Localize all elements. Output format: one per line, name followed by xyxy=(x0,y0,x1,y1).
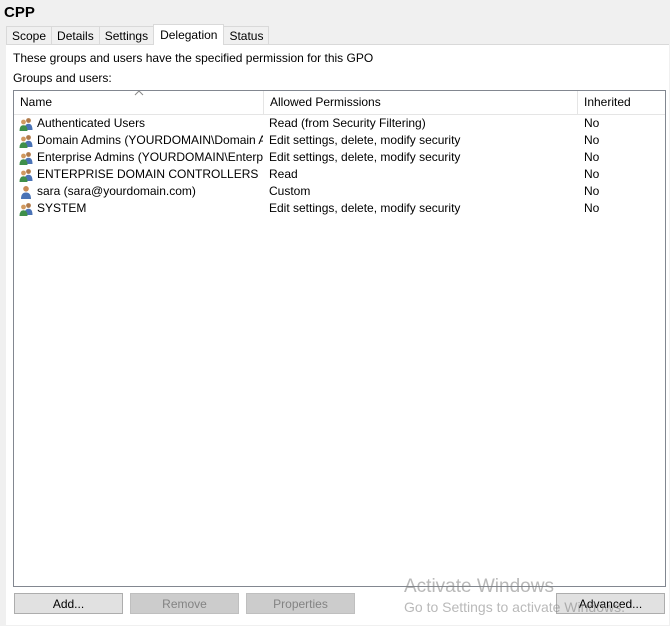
column-inherited-label: Inherited xyxy=(584,95,631,109)
row-name: ENTERPRISE DOMAIN CONTROLLERS xyxy=(37,167,259,181)
table-row[interactable]: Enterprise Admins (YOURDOMAIN\Enterpris.… xyxy=(14,149,665,166)
remove-button[interactable]: Remove xyxy=(130,593,239,614)
window-title: CPP xyxy=(4,4,35,21)
group-icon xyxy=(19,151,33,165)
groups-users-list[interactable]: Name Allowed Permissions Inherited Authe… xyxy=(13,90,666,587)
group-icon xyxy=(19,168,33,182)
row-inherited: No xyxy=(584,150,600,164)
row-inherited: No xyxy=(584,167,600,181)
add-button[interactable]: Add... xyxy=(14,593,123,614)
properties-button[interactable]: Properties xyxy=(246,593,355,614)
column-name-label: Name xyxy=(20,95,53,109)
tab-delegation[interactable]: Delegation xyxy=(153,24,225,45)
group-icon xyxy=(19,202,33,216)
table-row[interactable]: SYSTEM Edit settings, delete, modify sec… xyxy=(14,200,665,217)
column-header-name[interactable]: Name xyxy=(14,90,264,114)
user-icon xyxy=(21,185,31,199)
row-permission: Read xyxy=(269,167,298,181)
tab-status[interactable]: Status xyxy=(223,26,270,45)
row-inherited: No xyxy=(584,133,600,147)
row-inherited: No xyxy=(584,201,600,215)
table-row[interactable]: Authenticated Users Read (from Security … xyxy=(14,115,665,132)
row-name: Enterprise Admins (YOURDOMAIN\Enterpris.… xyxy=(37,150,263,164)
row-name: SYSTEM xyxy=(37,201,87,215)
advanced-button[interactable]: Advanced... xyxy=(556,593,665,614)
row-permission: Edit settings, delete, modify security xyxy=(269,150,461,164)
row-name: Domain Admins (YOURDOMAIN\Domain Ad... xyxy=(37,133,263,147)
list-rows: Authenticated Users Read (from Security … xyxy=(14,115,665,217)
tab-bar: Scope Details Settings Delegation Status xyxy=(6,24,270,45)
table-row[interactable]: ENTERPRISE DOMAIN CONTROLLERS Read No xyxy=(14,166,665,183)
group-icon xyxy=(19,134,33,148)
row-name: sara (sara@yourdomain.com) xyxy=(37,184,196,198)
tab-scope[interactable]: Scope xyxy=(6,26,53,45)
groups-users-label: Groups and users: xyxy=(13,71,112,85)
column-header-permissions[interactable]: Allowed Permissions xyxy=(264,91,578,114)
row-permission: Edit settings, delete, modify security xyxy=(269,133,461,147)
tab-settings[interactable]: Settings xyxy=(98,26,155,45)
table-row[interactable]: Domain Admins (YOURDOMAIN\Domain Ad... E… xyxy=(14,132,665,149)
sort-ascending-icon xyxy=(134,90,144,96)
table-row[interactable]: sara (sara@yourdomain.com) Custom No xyxy=(14,183,665,200)
group-icon xyxy=(19,117,33,131)
list-header: Name Allowed Permissions Inherited xyxy=(14,90,665,115)
column-permissions-label: Allowed Permissions xyxy=(270,95,381,109)
tab-details[interactable]: Details xyxy=(51,26,100,45)
row-permission: Edit settings, delete, modify security xyxy=(269,201,461,215)
column-header-inherited[interactable]: Inherited xyxy=(578,91,665,114)
row-permission: Custom xyxy=(269,184,311,198)
row-inherited: No xyxy=(584,116,600,130)
row-inherited: No xyxy=(584,184,600,198)
description-text: These groups and users have the specifie… xyxy=(13,51,374,65)
row-permission: Read (from Security Filtering) xyxy=(269,116,426,130)
row-name: Authenticated Users xyxy=(37,116,146,130)
